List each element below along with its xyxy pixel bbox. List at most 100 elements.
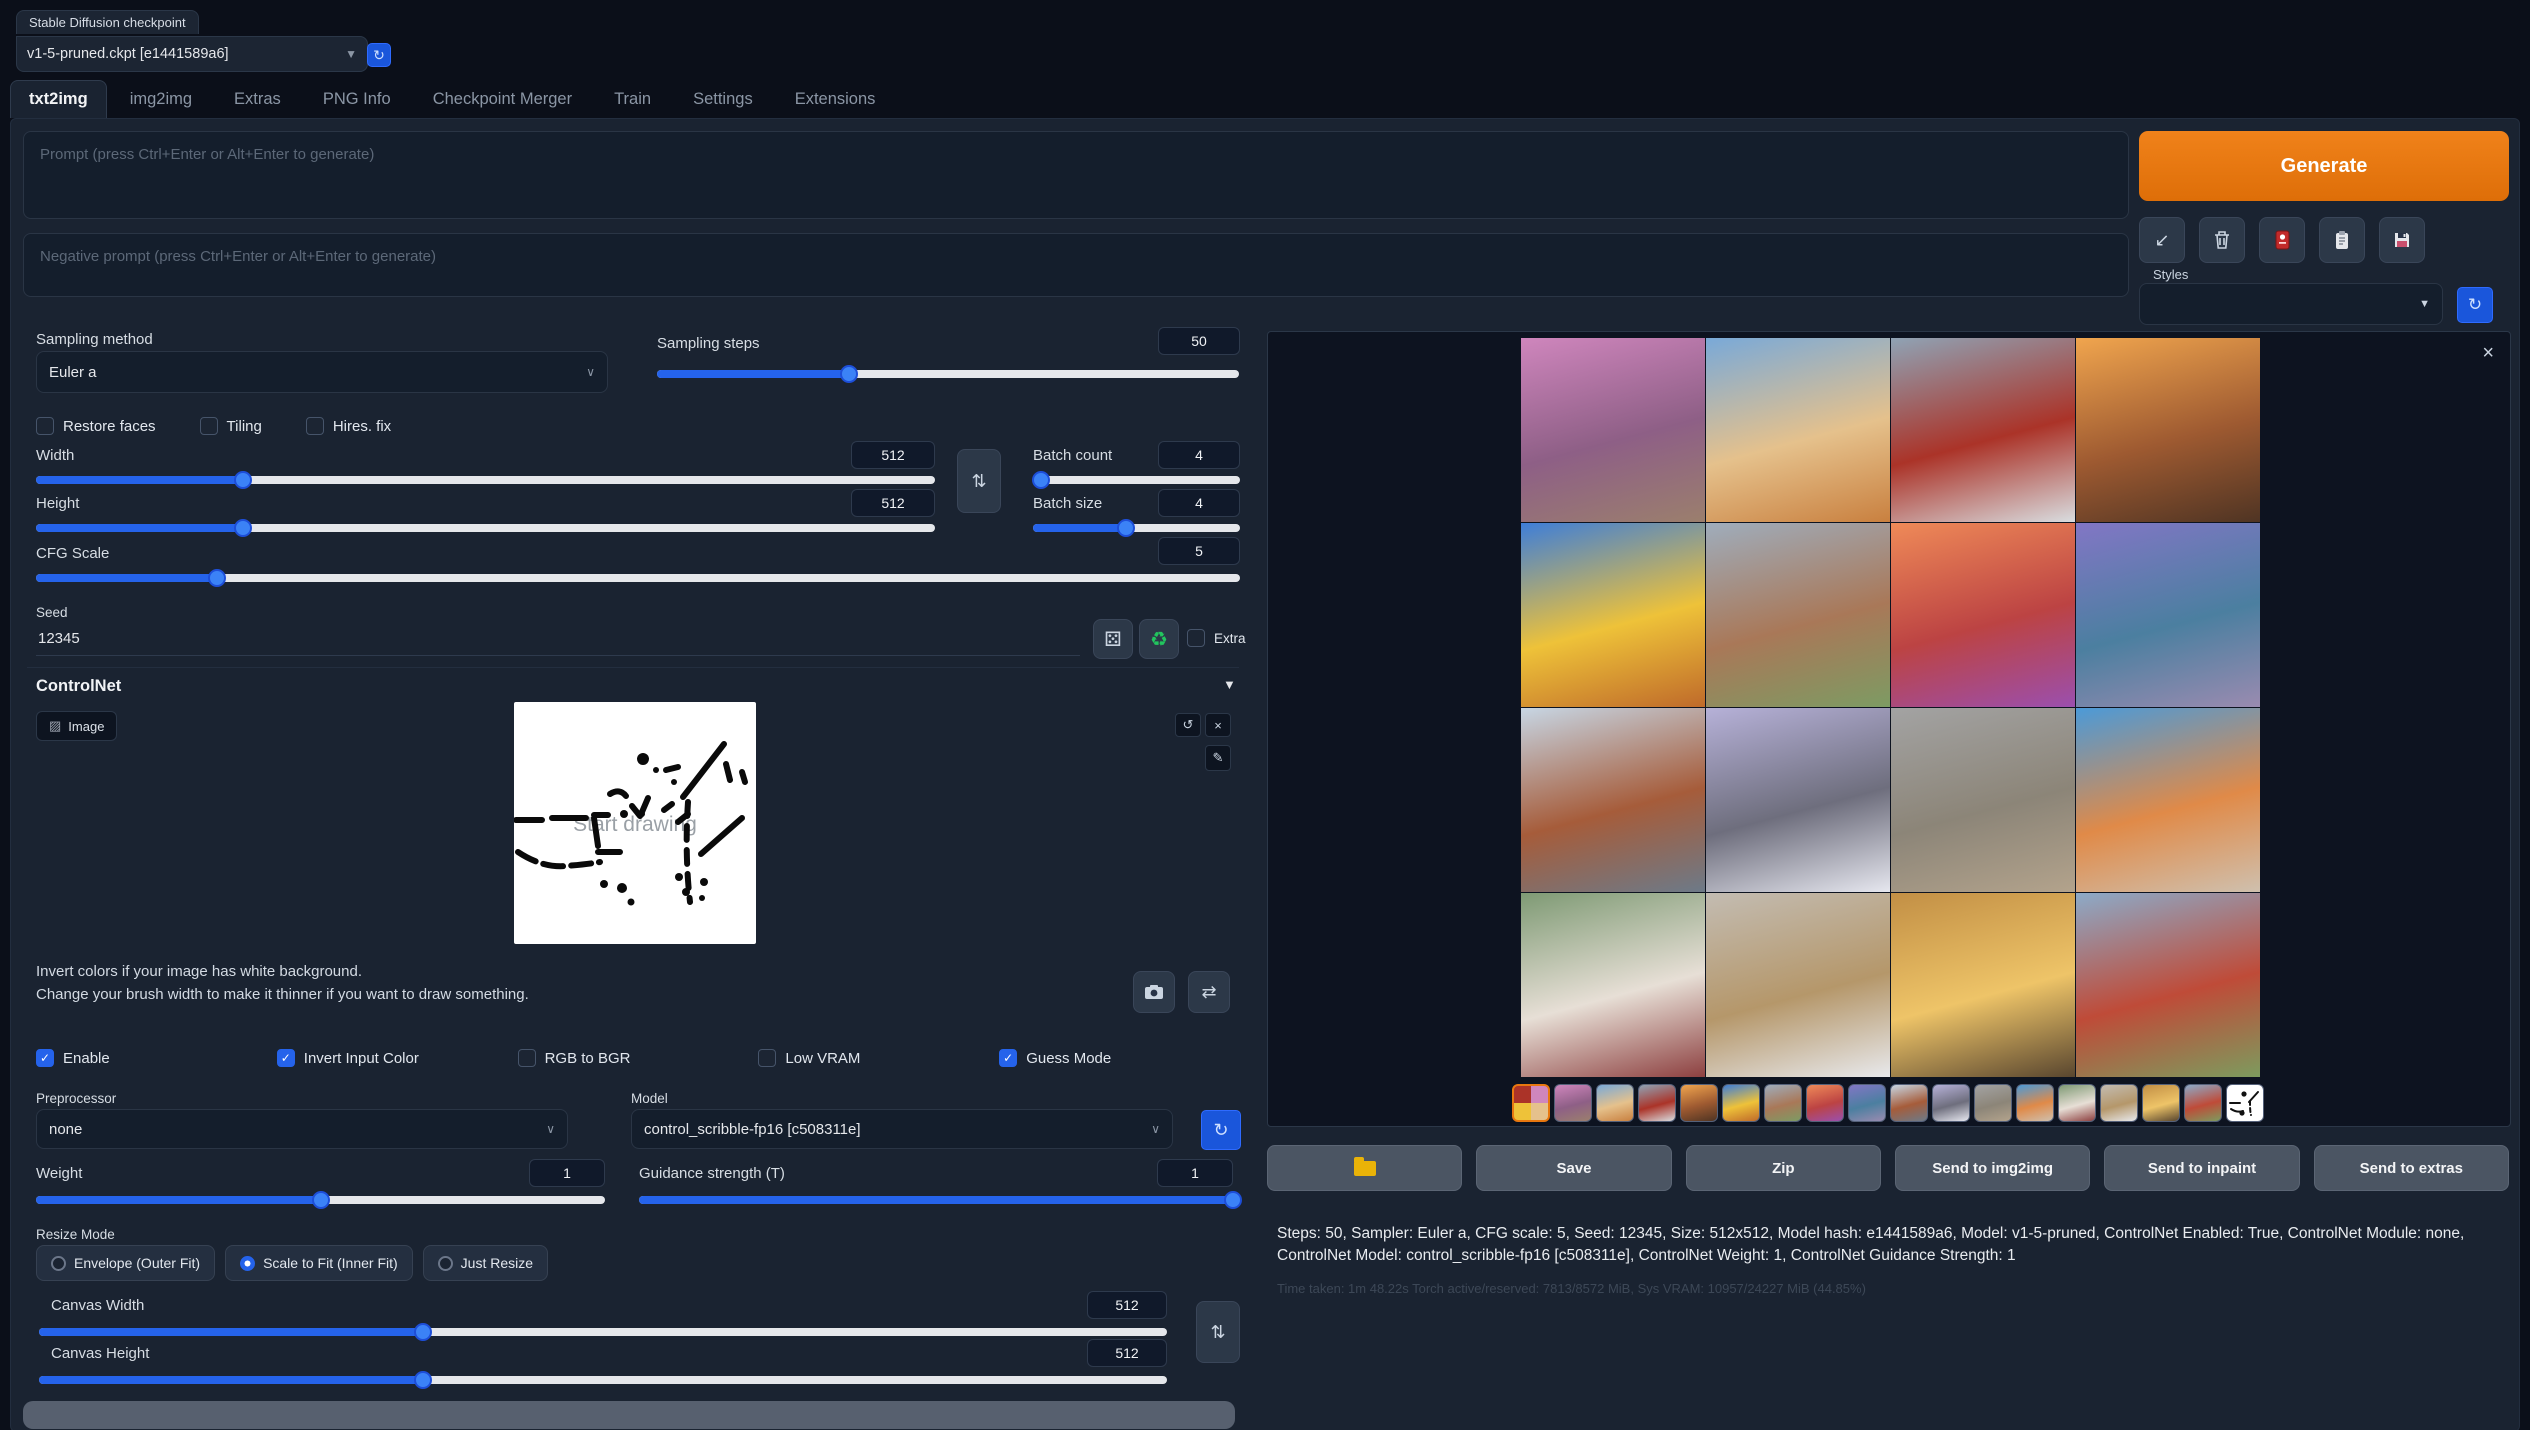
thumbnail-red-houses-snowy-mountain[interactable] <box>1638 1084 1676 1122</box>
negative-prompt-input[interactable] <box>23 233 2129 297</box>
gallery-image-colorful-street-blue-sky[interactable] <box>2076 708 2260 892</box>
thumbnail-tan-house-red-roof[interactable] <box>1596 1084 1634 1122</box>
thumbnail-red-barn-green-field[interactable] <box>2184 1084 2222 1122</box>
batch-count-slider[interactable] <box>1033 471 1240 489</box>
width-value[interactable]: 512 <box>851 441 935 469</box>
gallery-image-red-houses-snowy-mountain[interactable] <box>1891 338 2075 522</box>
batch-size-slider[interactable] <box>1033 519 1240 537</box>
paste-parameters-button[interactable]: ↙ <box>2139 217 2185 263</box>
apply-style-button[interactable] <box>2319 217 2365 263</box>
clear-prompt-button[interactable] <box>2199 217 2245 263</box>
thumbnail-rust-houses-road[interactable] <box>1890 1084 1928 1122</box>
tab-png-info[interactable]: PNG Info <box>304 80 410 118</box>
weight-slider[interactable] <box>36 1191 605 1209</box>
preprocessor-dropdown[interactable]: none ∨ <box>36 1109 568 1149</box>
checkbox-enable[interactable]: ✓Enable <box>36 1049 277 1067</box>
refresh-checkpoints-button[interactable]: ↻ <box>367 43 391 67</box>
script-accordion-bar[interactable] <box>23 1401 1235 1429</box>
gallery-image-rust-houses-road[interactable] <box>1521 708 1705 892</box>
reuse-seed-button[interactable]: ♻ <box>1139 619 1179 659</box>
collapse-arrow-icon[interactable]: ▼ <box>1223 677 1236 692</box>
thumbnail-yellow-house-blue-sky[interactable] <box>1722 1084 1760 1122</box>
mirror-webcam-button[interactable]: ⇄ <box>1188 971 1230 1013</box>
thumbnail-stone-house-gray-sky[interactable] <box>1764 1084 1802 1122</box>
batch-count-value[interactable]: 4 <box>1158 441 1240 469</box>
checkbox-tiling[interactable]: ✓Tiling <box>200 417 262 435</box>
gallery-image-red-barn-green-field[interactable] <box>2076 893 2260 1077</box>
extra-networks-button[interactable] <box>2259 217 2305 263</box>
tab-img2img[interactable]: img2img <box>111 80 211 118</box>
tab-train[interactable]: Train <box>595 80 670 118</box>
thumbnail-snowy-houses-lavender[interactable] <box>1932 1084 1970 1122</box>
checkbox-hires.-fix[interactable]: ✓Hires. fix <box>306 417 391 435</box>
thumbnail-sunset-silhouette-house[interactable] <box>1680 1084 1718 1122</box>
gallery-image-snowy-houses-lavender[interactable] <box>1706 708 1890 892</box>
controlnet-title[interactable]: ControlNet <box>36 677 121 696</box>
gallery-image-white-house-red-foliage[interactable] <box>1521 893 1705 1077</box>
thumbnail-gray-farmhouse[interactable] <box>1974 1084 2012 1122</box>
zip-button[interactable]: Zip <box>1686 1145 1881 1191</box>
refresh-styles-button[interactable]: ↻ <box>2457 287 2493 323</box>
guidance-strength-value[interactable]: 1 <box>1157 1159 1233 1187</box>
thumbnail-village-street-pink-sunset[interactable] <box>1554 1084 1592 1122</box>
seed-extra-checkbox[interactable]: ✓ Extra <box>1187 629 1246 647</box>
send-to-img2img-button[interactable]: Send to img2img <box>1895 1145 2090 1191</box>
sampling-steps-value[interactable]: 50 <box>1158 327 1240 355</box>
batch-size-value[interactable]: 4 <box>1158 489 1240 517</box>
checkbox-restore-faces[interactable]: ✓Restore faces <box>36 417 156 435</box>
save-style-button[interactable] <box>2379 217 2425 263</box>
thumbnail-red-white-house-sunset[interactable] <box>1806 1084 1844 1122</box>
model-dropdown[interactable]: control_scribble-fp16 [c508311e] ∨ <box>631 1109 1173 1149</box>
thumbnail-golden-sunset-house[interactable] <box>2142 1084 2180 1122</box>
send-to-inpaint-button[interactable]: Send to inpaint <box>2104 1145 2299 1191</box>
canvas-height-value[interactable]: 512 <box>1087 1339 1167 1367</box>
thumbnail-scribble[interactable] <box>2226 1084 2264 1122</box>
checkpoint-dropdown[interactable]: v1-5-pruned.ckpt [e1441589a6] ▼ <box>16 36 368 72</box>
save-button[interactable]: Save <box>1476 1145 1671 1191</box>
canvas-brush-button[interactable]: ✎ <box>1205 745 1231 771</box>
gallery-image-golden-sunset-house[interactable] <box>1891 893 2075 1077</box>
tab-extensions[interactable]: Extensions <box>776 80 895 118</box>
gallery-image-gray-farmhouse[interactable] <box>1891 708 2075 892</box>
gallery-image-village-street-pink-sunset[interactable] <box>1521 338 1705 522</box>
gallery-image-sunset-silhouette-house[interactable] <box>2076 338 2260 522</box>
width-slider[interactable] <box>36 471 935 489</box>
send-to-extras-button[interactable]: Send to extras <box>2314 1145 2509 1191</box>
prompt-input[interactable] <box>23 131 2129 219</box>
tab-extras[interactable]: Extras <box>215 80 300 118</box>
canvas-width-slider[interactable] <box>39 1323 1167 1341</box>
tab-settings[interactable]: Settings <box>674 80 772 118</box>
gallery-image-snowy-mountain-cabin[interactable] <box>1706 893 1890 1077</box>
gallery-image-stone-house-gray-sky[interactable] <box>1706 523 1890 707</box>
height-value[interactable]: 512 <box>851 489 935 517</box>
gallery-image-teal-house-dusk-sun[interactable] <box>2076 523 2260 707</box>
height-slider[interactable] <box>36 519 935 537</box>
styles-dropdown[interactable]: ▼ <box>2139 283 2443 325</box>
cfg-scale-value[interactable]: 5 <box>1158 537 1240 565</box>
canvas-width-value[interactable]: 512 <box>1087 1291 1167 1319</box>
swap-canvas-dimensions-button[interactable]: ⇅ <box>1196 1301 1240 1363</box>
canvas-undo-button[interactable]: ↺ <box>1175 713 1201 737</box>
controlnet-image-tab[interactable]: ▨ Image <box>36 711 117 741</box>
tab-txt2img[interactable]: txt2img <box>10 80 107 118</box>
swap-dimensions-button[interactable]: ⇅ <box>957 449 1001 513</box>
thumbnail-white-house-red-foliage[interactable] <box>2058 1084 2096 1122</box>
open-folder-button[interactable] <box>1267 1145 1462 1191</box>
radio-just-resize[interactable]: Just Resize <box>423 1245 548 1281</box>
refresh-models-button[interactable]: ↻ <box>1201 1110 1241 1150</box>
tab-checkpoint-merger[interactable]: Checkpoint Merger <box>414 80 591 118</box>
seed-input[interactable] <box>36 621 1080 656</box>
checkbox-invert-input-color[interactable]: ✓Invert Input Color <box>277 1049 518 1067</box>
guidance-strength-slider[interactable] <box>639 1191 1233 1209</box>
thumbnail-snowy-mountain-cabin[interactable] <box>2100 1084 2138 1122</box>
webcam-button[interactable] <box>1133 971 1175 1013</box>
checkbox-rgb-to-bgr[interactable]: ✓RGB to BGR <box>518 1049 759 1067</box>
gallery-close-button[interactable]: × <box>2482 342 2494 365</box>
thumbnail-montage[interactable] <box>1512 1084 1550 1122</box>
thumbnail-colorful-street-blue-sky[interactable] <box>2016 1084 2054 1122</box>
radio-scale-to-fit-inner-fit-[interactable]: Scale to Fit (Inner Fit) <box>225 1245 413 1281</box>
sampling-steps-slider[interactable] <box>657 365 1239 383</box>
thumbnail-teal-house-dusk-sun[interactable] <box>1848 1084 1886 1122</box>
checkbox-low-vram[interactable]: ✓Low VRAM <box>758 1049 999 1067</box>
cfg-scale-slider[interactable] <box>36 569 1240 587</box>
